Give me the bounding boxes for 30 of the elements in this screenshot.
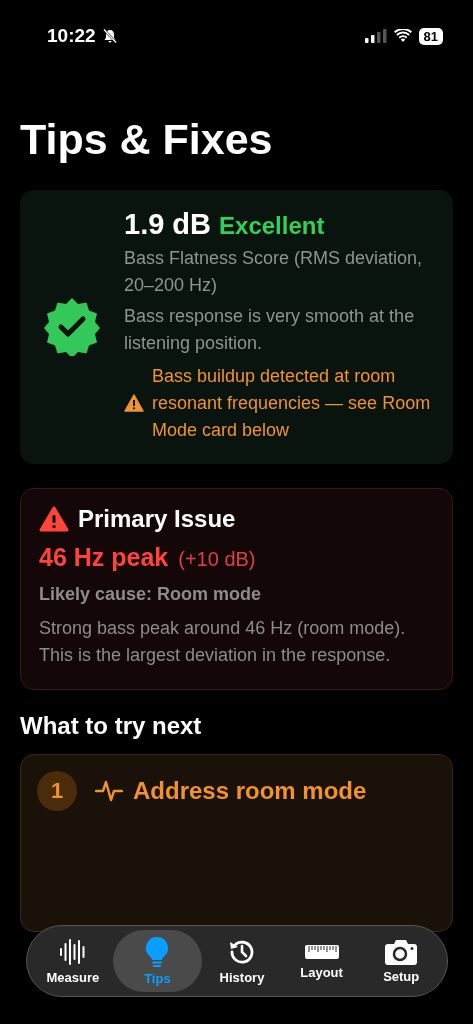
warning-icon (39, 505, 69, 532)
tab[interactable]: History (202, 930, 282, 992)
score-summary: Bass response is very smooth at the listening position. (124, 304, 416, 355)
verified-check-icon (42, 295, 102, 356)
likely-cause: Likely cause: Room mode (39, 583, 263, 605)
step-title: Address room mode (133, 776, 367, 805)
status-time: 10:22 (47, 25, 96, 47)
battery-level: 81 (418, 27, 443, 45)
ruler-icon (303, 942, 340, 962)
warning-text: Bass buildup detected at room resonant frequencies — see Room Mode card below (152, 364, 431, 442)
tab[interactable]: Measure (33, 930, 113, 992)
score-label: Bass Flatness Score (RMS deviation, 20–200 Hz) (124, 246, 424, 297)
step-number: 1 (37, 770, 77, 811)
warning-icon (124, 394, 144, 413)
camera-icon (384, 938, 419, 966)
lightbulb-icon (144, 936, 171, 968)
issue-description: Strong bass peak around 46 Hz (room mode). This is the largest deviation in the response. (39, 616, 407, 667)
page-title: Tips & Fixes (19, 114, 274, 165)
peak-frequency: 46 Hz peak (39, 542, 169, 572)
score-value: 1.9 dB (124, 207, 212, 241)
issue-heading: Primary Issue (78, 504, 236, 533)
waveform-icon (57, 937, 88, 967)
section-heading: What to try next (19, 710, 203, 741)
tab[interactable]: Setup (361, 930, 441, 992)
wifi-icon (393, 29, 412, 43)
signal-icon (364, 29, 387, 43)
tab[interactable]: Layout (281, 930, 362, 992)
peak-gain: (+10 dB) (178, 547, 256, 571)
pulse-icon (95, 778, 123, 803)
score-rating: Excellent (219, 211, 325, 240)
